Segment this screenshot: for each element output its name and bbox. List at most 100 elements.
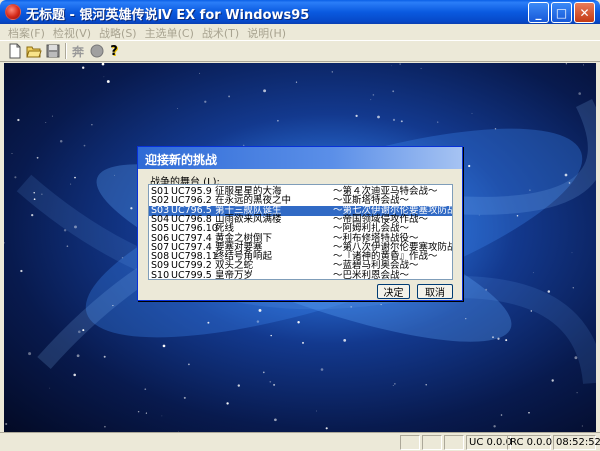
- star: [497, 337, 500, 340]
- star: [82, 66, 85, 69]
- cancel-button[interactable]: 取消: [417, 284, 453, 299]
- star: [572, 287, 574, 289]
- scenario-operation: ～巴米利恩会战～: [333, 269, 410, 280]
- star: [162, 344, 166, 348]
- star: [36, 156, 39, 159]
- star: [581, 425, 584, 427]
- star: [77, 330, 81, 334]
- star: [551, 379, 554, 382]
- toolbar: 奔 ?: [0, 40, 600, 62]
- star: [137, 410, 140, 413]
- title-bar[interactable]: 无标题 - 银河英雄传说Ⅳ EX for Windows95 _ □ ✕: [0, 0, 600, 24]
- open-folder-icon[interactable]: [25, 42, 43, 60]
- menu-view[interactable]: 检视(V): [51, 24, 97, 40]
- star: [121, 257, 124, 259]
- star: [372, 94, 375, 96]
- star: [295, 81, 298, 83]
- menu-file[interactable]: 档案(F): [6, 24, 51, 40]
- help-icon[interactable]: ?: [105, 42, 123, 60]
- status-rc: RC 0.0.0: [507, 435, 552, 450]
- save-disk-icon[interactable]: [44, 42, 62, 60]
- star: [11, 153, 13, 154]
- scenario-date: UC799.5: [171, 269, 212, 280]
- star: [325, 427, 328, 430]
- star: [377, 115, 380, 119]
- scenario-title: 皇帝万岁: [215, 269, 254, 280]
- star: [76, 354, 80, 358]
- star: [420, 67, 422, 69]
- menu-help[interactable]: 说明(H): [245, 24, 292, 40]
- star: [516, 215, 519, 217]
- star: [20, 269, 23, 273]
- star: [41, 193, 43, 195]
- status-uc: UC 0.0.0: [466, 435, 512, 450]
- star: [103, 76, 105, 78]
- star: [176, 108, 178, 110]
- star: [204, 100, 207, 103]
- star: [302, 341, 304, 344]
- star: [331, 71, 333, 73]
- star: [183, 396, 186, 399]
- dialog-title[interactable]: 迎接新的挑战: [138, 147, 462, 169]
- star: [316, 410, 318, 412]
- star: [45, 122, 47, 124]
- star: [370, 99, 372, 101]
- star: [493, 425, 496, 428]
- star: [437, 121, 439, 123]
- star: [226, 402, 229, 405]
- star: [564, 173, 568, 177]
- menu-main[interactable]: 主选单(C): [143, 24, 200, 40]
- stamp-icon[interactable]: 奔: [69, 42, 87, 60]
- star: [17, 118, 20, 122]
- star: [565, 63, 568, 65]
- close-button[interactable]: ✕: [574, 2, 595, 23]
- scenario-listbox[interactable]: S01 UC795.9 征服星星的大海 ～第４次迪亚马特会战～ S02 UC796.2 在永…: [148, 184, 453, 280]
- maximize-button[interactable]: □: [551, 2, 572, 23]
- star: [33, 198, 36, 201]
- star: [270, 334, 272, 337]
- star: [425, 384, 427, 386]
- star: [343, 339, 347, 342]
- star: [568, 182, 571, 184]
- ok-button[interactable]: 决定: [377, 284, 410, 299]
- star: [74, 225, 77, 229]
- star: [106, 80, 110, 83]
- star: [500, 414, 503, 416]
- star: [83, 144, 86, 147]
- star: [103, 355, 106, 358]
- scenario-id: S10: [151, 269, 170, 280]
- star: [74, 176, 76, 179]
- app-icon[interactable]: [5, 4, 21, 20]
- star: [392, 90, 395, 93]
- record-icon[interactable]: [88, 42, 106, 60]
- star: [529, 189, 531, 191]
- menu-tactics[interactable]: 战术(T): [200, 24, 245, 40]
- new-challenge-dialog: 迎接新的挑战 战争的舞台 (L): S01 UC795.9 征服星星的大海 ～第４次迪…: [137, 146, 463, 301]
- star: [161, 415, 163, 417]
- star: [399, 63, 401, 65]
- star: [532, 272, 534, 274]
- star: [505, 339, 508, 342]
- star: [392, 384, 394, 387]
- star: [576, 392, 578, 394]
- star: [258, 308, 262, 312]
- star: [391, 65, 392, 67]
- star: [256, 320, 260, 323]
- star: [528, 412, 530, 414]
- star: [494, 128, 497, 130]
- star: [394, 383, 396, 385]
- status-bar: UC 0.0.0 RC 0.0.0 08:52:52: [0, 432, 600, 451]
- minimize-button[interactable]: _: [528, 2, 549, 23]
- star: [583, 64, 585, 66]
- star: [492, 336, 494, 339]
- star: [31, 213, 34, 217]
- star: [571, 252, 573, 254]
- star: [28, 352, 32, 356]
- scenario-row[interactable]: S10 UC799.5 皇帝万岁 ～巴米利恩会战～: [149, 269, 452, 280]
- menu-strategy[interactable]: 战略(S): [97, 24, 143, 40]
- status-pane-empty-2: [422, 435, 442, 450]
- new-file-icon[interactable]: [6, 42, 24, 60]
- star: [547, 290, 551, 293]
- star: [228, 95, 231, 98]
- star: [262, 371, 265, 374]
